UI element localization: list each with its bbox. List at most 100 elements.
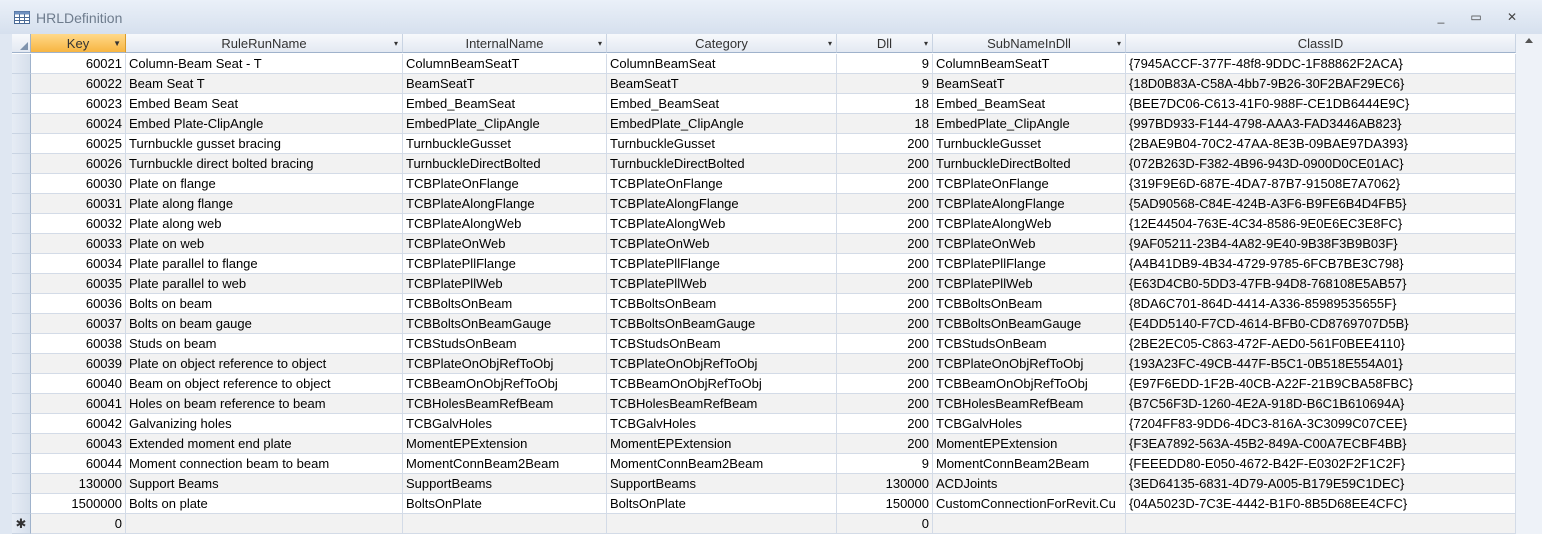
cell-classid[interactable]: {12E44504-763E-4C34-8586-9E0E6EC3E8FC} [1126, 214, 1516, 234]
cell-rule[interactable]: Bolts on beam [126, 294, 403, 314]
table-row[interactable]: 60026 Turnbuckle direct bolted bracing Tur… [12, 154, 1516, 174]
table-row[interactable]: 60039 Plate on object reference to object… [12, 354, 1516, 374]
cell-category[interactable]: MomentConnBeam2Beam [607, 454, 837, 474]
vertical-scrollbar[interactable] [1516, 34, 1542, 534]
row-selector[interactable] [12, 194, 31, 214]
filter-dropdown-icon[interactable]: ▼ [113, 34, 121, 53]
cell-dll[interactable]: 200 [837, 434, 933, 454]
cell-category[interactable]: TurnbuckleDirectBolted [607, 154, 837, 174]
cell-rule[interactable]: Holes on beam reference to beam [126, 394, 403, 414]
cell-rule[interactable]: Turnbuckle gusset bracing [126, 134, 403, 154]
cell-classid[interactable]: {5AD90568-C84E-424B-A3F6-B9FE6B4D4FB5} [1126, 194, 1516, 214]
cell-subname[interactable]: TCBPlatePllFlange [933, 254, 1126, 274]
cell-internal[interactable]: Embed_BeamSeat [403, 94, 607, 114]
row-selector[interactable] [12, 374, 31, 394]
cell-rule[interactable]: Turnbuckle direct bolted bracing [126, 154, 403, 174]
cell-subname[interactable]: TCBBoltsOnBeam [933, 294, 1126, 314]
cell-internal[interactable]: BoltsOnPlate [403, 494, 607, 514]
cell-category[interactable]: Embed_BeamSeat [607, 94, 837, 114]
cell-key[interactable]: 60025 [31, 134, 126, 154]
cell-classid[interactable]: {7204FF83-9DD6-4DC3-816A-3C3099C07CEE} [1126, 414, 1516, 434]
row-selector[interactable] [12, 334, 31, 354]
row-selector[interactable] [12, 354, 31, 374]
cell-category[interactable]: TCBPlateAlongFlange [607, 194, 837, 214]
table-row[interactable]: 60038 Studs on beam TCBStudsOnBeam TCBStuds… [12, 334, 1516, 354]
cell-internal[interactable]: TCBHolesBeamRefBeam [403, 394, 607, 414]
cell-key[interactable]: 60024 [31, 114, 126, 134]
cell-dll[interactable]: 9 [837, 54, 933, 74]
cell-category[interactable]: MomentEPExtension [607, 434, 837, 454]
cell-subname[interactable]: TCBStudsOnBeam [933, 334, 1126, 354]
cell-category[interactable]: TCBHolesBeamRefBeam [607, 394, 837, 414]
cell-rule[interactable]: Bolts on plate [126, 494, 403, 514]
cell-dll[interactable]: 200 [837, 314, 933, 334]
cell-key[interactable]: 60021 [31, 54, 126, 74]
new-record-row[interactable]: ✱ 0 0 [12, 514, 1516, 534]
cell-key[interactable]: 60041 [31, 394, 126, 414]
cell-subname[interactable]: TCBBoltsOnBeamGauge [933, 314, 1126, 334]
cell-dll[interactable]: 200 [837, 194, 933, 214]
cell-key[interactable]: 60043 [31, 434, 126, 454]
cell-dll[interactable]: 200 [837, 154, 933, 174]
row-selector[interactable] [12, 314, 31, 334]
cell-internal[interactable]: TCBPlateOnWeb [403, 234, 607, 254]
cell-classid[interactable]: {A4B41DB9-4B34-4729-9785-6FCB7BE3C798} [1126, 254, 1516, 274]
close-button[interactable]: ✕ [1503, 8, 1521, 26]
cell-subname[interactable]: ACDJoints [933, 474, 1126, 494]
cell-internal[interactable]: TCBGalvHoles [403, 414, 607, 434]
minimize-button[interactable]: _ [1432, 8, 1450, 26]
cell-category[interactable]: TCBPlateOnFlange [607, 174, 837, 194]
cell-dll[interactable]: 9 [837, 454, 933, 474]
cell-rule[interactable]: Plate along web [126, 214, 403, 234]
new-cell-internal[interactable] [403, 514, 607, 534]
cell-dll[interactable]: 18 [837, 114, 933, 134]
column-header-internal[interactable]: InternalName ▾ [403, 34, 607, 53]
cell-subname[interactable]: TCBHolesBeamRefBeam [933, 394, 1126, 414]
cell-classid[interactable]: {18D0B83A-C58A-4bb7-9B26-30F2BAF29EC6} [1126, 74, 1516, 94]
cell-classid[interactable]: {9AF05211-23B4-4A82-9E40-9B38F3B9B03F} [1126, 234, 1516, 254]
cell-rule[interactable]: Studs on beam [126, 334, 403, 354]
cell-internal[interactable]: TCBPlateOnFlange [403, 174, 607, 194]
cell-subname[interactable]: TCBPlateAlongWeb [933, 214, 1126, 234]
cell-dll[interactable]: 130000 [837, 474, 933, 494]
column-header-rule[interactable]: RuleRunName ▾ [126, 34, 403, 53]
cell-internal[interactable]: TCBPlateAlongFlange [403, 194, 607, 214]
new-cell-subname[interactable] [933, 514, 1126, 534]
cell-rule[interactable]: Embed Plate-ClipAngle [126, 114, 403, 134]
table-row[interactable]: 60037 Bolts on beam gauge TCBBoltsOnBeamGa… [12, 314, 1516, 334]
cell-subname[interactable]: TCBPlateOnWeb [933, 234, 1126, 254]
cell-dll[interactable]: 200 [837, 394, 933, 414]
cell-internal[interactable]: MomentEPExtension [403, 434, 607, 454]
cell-category[interactable]: TCBPlateOnWeb [607, 234, 837, 254]
cell-internal[interactable]: MomentConnBeam2Beam [403, 454, 607, 474]
row-selector[interactable] [12, 134, 31, 154]
new-record-icon[interactable]: ✱ [12, 514, 31, 534]
cell-rule[interactable]: Embed Beam Seat [126, 94, 403, 114]
cell-classid[interactable]: {2BAE9B04-70C2-47AA-8E3B-09BAE97DA393} [1126, 134, 1516, 154]
cell-subname[interactable]: Embed_BeamSeat [933, 94, 1126, 114]
row-selector[interactable] [12, 214, 31, 234]
cell-subname[interactable]: TCBPlateOnObjRefToObj [933, 354, 1126, 374]
cell-dll[interactable]: 18 [837, 94, 933, 114]
cell-key[interactable]: 60040 [31, 374, 126, 394]
column-header-classid[interactable]: ClassID [1126, 34, 1516, 53]
cell-rule[interactable]: Extended moment end plate [126, 434, 403, 454]
cell-rule[interactable]: Support Beams [126, 474, 403, 494]
cell-rule[interactable]: Beam on object reference to object [126, 374, 403, 394]
cell-key[interactable]: 1500000 [31, 494, 126, 514]
cell-dll[interactable]: 200 [837, 354, 933, 374]
cell-rule[interactable]: Plate on object reference to object [126, 354, 403, 374]
cell-category[interactable]: TCBGalvHoles [607, 414, 837, 434]
row-selector[interactable] [12, 414, 31, 434]
cell-category[interactable]: EmbedPlate_ClipAngle [607, 114, 837, 134]
table-row[interactable]: 60035 Plate parallel to web TCBPlatePllWeb… [12, 274, 1516, 294]
cell-classid[interactable]: {2BE2EC05-C863-472F-AED0-561F0BEE4110} [1126, 334, 1516, 354]
new-cell-dll[interactable]: 0 [837, 514, 933, 534]
row-selector[interactable] [12, 294, 31, 314]
filter-dropdown-icon[interactable]: ▾ [924, 34, 928, 53]
cell-dll[interactable]: 200 [837, 234, 933, 254]
column-header-dll[interactable]: Dll ▾ [837, 34, 933, 53]
cell-key[interactable]: 60042 [31, 414, 126, 434]
cell-dll[interactable]: 200 [837, 254, 933, 274]
row-selector[interactable] [12, 434, 31, 454]
